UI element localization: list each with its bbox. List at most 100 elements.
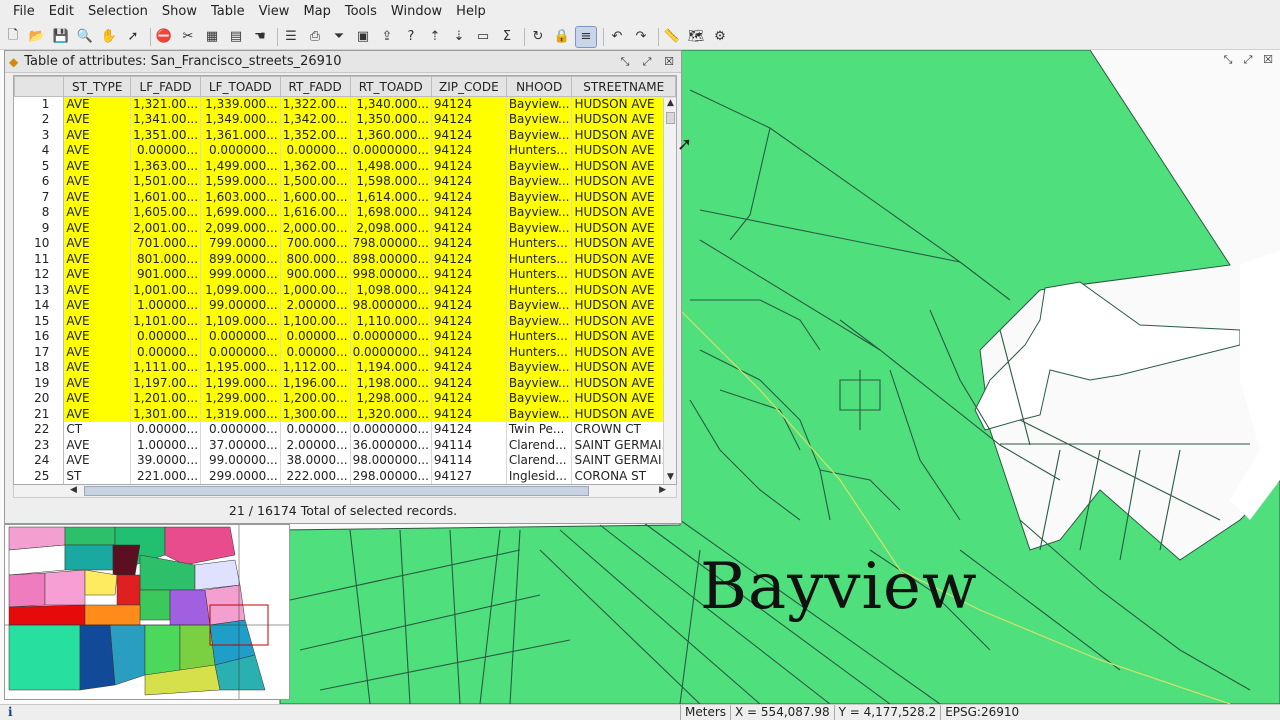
table-cell-st-type[interactable]: AVE [63,375,132,391]
table-cell-zip-code[interactable]: 94124 [431,282,507,298]
table-cell-lf-fadd[interactable]: 1,351.00... [130,127,202,143]
table-cell-lf-fadd[interactable]: 1,321.00... [130,96,202,112]
table-cell-streetname[interactable]: HUDSON AVE [571,96,676,112]
table-cell-lf-toadd[interactable]: 299.0000... [200,468,281,484]
info-icon[interactable]: i [8,705,13,719]
table-cell-st-type[interactable]: AVE [63,143,132,159]
row-number[interactable]: 25 [14,468,65,484]
table-cell-nhood[interactable]: Bayview... [506,112,573,128]
table-cell-rt-fadd[interactable]: 1,112.00... [280,360,351,376]
table-cell-rt-fadd[interactable]: 0.00000... [280,344,351,360]
menu-view[interactable]: View [252,1,297,23]
table-cell-st-type[interactable]: AVE [63,453,132,469]
table-row[interactable]: 16 AVE 0.00000... 0.000000... 0.00000... 0.00… [14,329,676,345]
table-row[interactable]: 21 AVE 1,301.00... 1,319.000... 1,300.00... 1… [14,406,676,422]
table-cell-lf-toadd[interactable]: 899.0000... [200,251,281,267]
table-cell-nhood[interactable]: Bayview... [506,360,573,376]
table-cell-lf-toadd[interactable]: 0.000000... [200,329,281,345]
table-cell-rt-toadd[interactable]: 1,098.000... [350,282,432,298]
table-row[interactable]: 17 AVE 0.00000... 0.000000... 0.00000... 0.00… [14,344,676,360]
column-header-nhood[interactable]: NHOOD [505,76,573,97]
table-row[interactable]: 23 AVE 1.00000... 37.00000... 2.00000... 36.0… [14,437,676,453]
attribute-table-window[interactable]: ◆ Table of attributes: San_Francisco_str… [4,50,682,524]
table-row[interactable]: 12 AVE 901.000... 999.0000... 900.000... 998.… [14,267,676,283]
table-cell-zip-code[interactable]: 94124 [431,96,507,112]
table-cell-rt-fadd[interactable]: 2.00000... [280,298,351,314]
table-cell-streetname[interactable]: HUDSON AVE [571,127,676,143]
table-cell-streetname[interactable]: HUDSON AVE [571,298,676,314]
table-cell-rt-fadd[interactable]: 1,196.00... [280,375,351,391]
table-row[interactable]: 13 AVE 1,001.00... 1,099.000... 1,000.00... 1… [14,282,676,298]
horizontal-scroll-thumb[interactable] [84,486,589,496]
align-icon[interactable]: ≡ [575,25,597,48]
row-number[interactable]: 5 [14,158,65,174]
table-cell-lf-fadd[interactable]: 1,301.00... [130,406,202,422]
table-cell-lf-fadd[interactable]: 1,101.00... [130,313,202,329]
row-number[interactable]: 17 [14,344,65,360]
table-cell-rt-fadd[interactable]: 700.000... [280,236,351,252]
hand-icon[interactable]: ☚ [250,27,270,47]
table-cell-zip-code[interactable]: 94124 [431,298,507,314]
row-number[interactable]: 11 [14,251,65,267]
table-row[interactable]: 9 AVE 2,001.00... 2,099.000... 2,000.00... 2,… [14,220,676,236]
table-cell-rt-toadd[interactable]: 1,320.000... [350,406,432,422]
table-cell-st-type[interactable]: ST [63,468,132,484]
menu-help[interactable]: Help [449,1,493,23]
table-cell-nhood[interactable]: Clarend... [506,437,573,453]
table-cell-streetname[interactable]: HUDSON AVE [571,406,676,422]
table-cell-zip-code[interactable]: 94127 [431,468,507,484]
row-number[interactable]: 7 [14,189,65,205]
table-cell-streetname[interactable]: HUDSON AVE [571,375,676,391]
table-cell-lf-fadd[interactable]: 1,341.00... [130,112,202,128]
list-icon[interactable]: ☰ [281,27,301,47]
table-cell-rt-fadd[interactable]: 38.0000... [280,453,351,469]
table-row[interactable]: 11 AVE 801.000... 899.0000... 800.000... 898.… [14,251,676,267]
table-cell-rt-fadd[interactable]: 800.000... [280,251,351,267]
overview-map[interactable] [4,524,290,700]
table-cell-zip-code[interactable]: 94124 [431,313,507,329]
row-number[interactable]: 24 [14,453,65,469]
table-cell-lf-fadd[interactable]: 1,197.00... [130,375,202,391]
table-cell-nhood[interactable]: Bayview... [506,158,573,174]
table-cell-rt-toadd[interactable]: 1,198.000... [350,375,432,391]
table-row[interactable]: 10 AVE 701.000... 799.0000... 700.000... 798.… [14,236,676,252]
table-cell-st-type[interactable]: AVE [63,298,132,314]
table-cell-lf-toadd[interactable]: 1,299.000... [200,391,281,407]
table-cell-streetname[interactable]: HUDSON AVE [571,205,676,221]
table-cell-st-type[interactable]: AVE [63,360,132,376]
column-header-lf-fadd[interactable]: LF_FADD [130,76,202,97]
table-cell-streetname[interactable]: HUDSON AVE [571,313,676,329]
table-cell-zip-code[interactable]: 94124 [431,143,507,159]
table-cell-streetname[interactable]: HUDSON AVE [571,329,676,345]
table-cell-st-type[interactable]: AVE [63,282,132,298]
table-cell-lf-fadd[interactable]: 901.000... [130,267,202,283]
table-cell-lf-toadd[interactable]: 1,349.000... [200,112,281,128]
row-number[interactable]: 16 [14,329,65,345]
table-cell-lf-toadd[interactable]: 99.00000... [200,298,281,314]
table-cell-rt-toadd[interactable]: 798.00000... [350,236,432,252]
table-cell-lf-toadd[interactable]: 1,603.000... [200,189,281,205]
attribute-table-titlebar[interactable]: ◆ Table of attributes: San_Francisco_str… [5,51,681,73]
table-cell-zip-code[interactable]: 94124 [431,189,507,205]
table-cell-lf-toadd[interactable]: 999.0000... [200,267,281,283]
table-cell-lf-toadd[interactable]: 1,361.000... [200,127,281,143]
table-row[interactable]: 7 AVE 1,601.00... 1,603.000... 1,600.00... 1,… [14,189,676,205]
row-number[interactable]: 12 [14,267,65,283]
table-cell-nhood[interactable]: Bayview... [506,96,573,112]
table-cell-rt-toadd[interactable]: 0.0000000... [350,143,432,159]
table-row[interactable]: 4 AVE 0.00000... 0.000000... 0.00000... 0.000… [14,143,676,159]
table-row[interactable]: 15 AVE 1,101.00... 1,109.000... 1,100.00... 1… [14,313,676,329]
table-cell-nhood[interactable]: Bayview... [506,375,573,391]
table-cell-lf-fadd[interactable]: 221.000... [130,468,202,484]
table-cell-st-type[interactable]: AVE [63,437,132,453]
scroll-up-icon[interactable]: ▲ [665,98,676,110]
table-cell-lf-fadd[interactable]: 1,111.00... [130,360,202,376]
sort-asc-icon[interactable]: ⇡ [425,27,445,47]
table-cell-rt-toadd[interactable]: 0.0000000... [350,329,432,345]
table-cell-streetname[interactable]: HUDSON AVE [571,360,676,376]
minimize-icon[interactable]: ⤡ [617,54,633,70]
table-row[interactable]: 19 AVE 1,197.00... 1,199.000... 1,196.00... 1… [14,375,676,391]
table-cell-rt-fadd[interactable]: 1,100.00... [280,313,351,329]
table-cell-lf-toadd[interactable]: 0.000000... [200,344,281,360]
table-cell-st-type[interactable]: AVE [63,313,132,329]
